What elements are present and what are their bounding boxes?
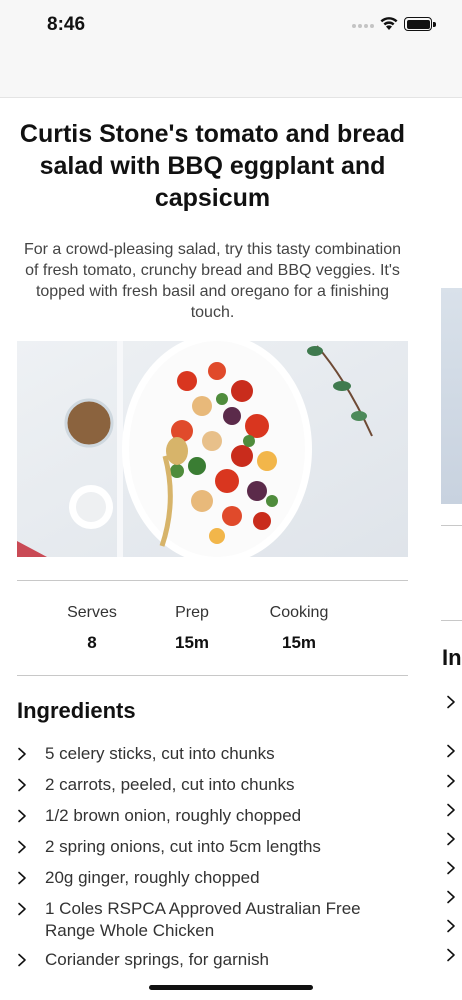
- stat-serves-value: 8: [87, 633, 97, 652]
- home-indicator[interactable]: [149, 985, 313, 990]
- chevron-right-icon: [447, 890, 455, 904]
- stat-serves-label: Serves: [67, 604, 117, 621]
- ingredient-item[interactable]: Coriander springs, for garnish: [17, 949, 408, 973]
- chevron-right-icon: [447, 803, 455, 817]
- ingredients-list: 5 celery sticks, cut into chunks 2 carro…: [17, 743, 408, 980]
- next-recipe-photo: [441, 288, 462, 504]
- next-recipe-card-peek[interactable]: In: [441, 98, 462, 1000]
- signal-dots-icon: [352, 24, 374, 28]
- chevron-right-icon: [17, 836, 45, 860]
- recipe-description: For a crowd-pleasing salad, try this tas…: [23, 241, 402, 321]
- ingredient-item[interactable]: 5 celery sticks, cut into chunks: [17, 743, 408, 767]
- stat-prep-label: Prep: [175, 604, 209, 621]
- ingredient-text: 1/2 brown onion, roughly chopped: [45, 806, 302, 825]
- recipe-photo: [17, 341, 408, 557]
- ingredient-text: 2 carrots, peeled, cut into chunks: [45, 775, 295, 794]
- stat-prep: Prep 15m: [137, 603, 247, 653]
- next-ingredients-title: In: [442, 645, 462, 670]
- chevron-right-icon: [447, 774, 455, 788]
- ingredient-item[interactable]: 2 carrots, peeled, cut into chunks: [17, 774, 408, 798]
- chevron-right-icon: [447, 919, 455, 933]
- wifi-icon: [380, 17, 398, 30]
- chevron-right-icon: [17, 805, 45, 829]
- ingredient-item[interactable]: 1/2 brown onion, roughly chopped: [17, 805, 408, 829]
- ingredients-title: Ingredients: [17, 698, 136, 723]
- chevron-right-icon: [447, 832, 455, 846]
- stat-serves: Serves 8: [37, 603, 147, 653]
- stat-prep-value: 15m: [174, 633, 210, 652]
- stat-cooking-value: 15m: [281, 633, 317, 652]
- chevron-right-icon: [17, 743, 45, 767]
- next-divider-top: [441, 525, 462, 526]
- ingredient-text: 2 spring onions, cut into 5cm lengths: [45, 837, 321, 856]
- stat-cooking-label: Cooking: [269, 604, 329, 621]
- chevron-right-icon: [17, 867, 45, 891]
- status-time: 8:46: [47, 14, 86, 35]
- ingredient-text: Coriander springs, for garnish: [45, 950, 269, 969]
- ingredient-text: 1 Coles RSPCA Approved Australian Free R…: [45, 899, 361, 940]
- chevron-right-icon: [17, 774, 45, 798]
- chevron-right-icon: [447, 948, 455, 962]
- chevron-right-icon: [447, 861, 455, 875]
- divider-bottom: [17, 675, 408, 676]
- recipe-title: Curtis Stone's tomato and bread salad wi…: [19, 120, 406, 212]
- next-divider-bottom: [441, 620, 462, 621]
- divider-top: [17, 580, 408, 581]
- stat-cooking: Cooking 15m: [244, 603, 354, 653]
- ingredient-item[interactable]: 20g ginger, roughly chopped: [17, 867, 408, 891]
- chevron-right-icon: [447, 744, 455, 758]
- ingredient-item[interactable]: 2 spring onions, cut into 5cm lengths: [17, 836, 408, 860]
- ingredient-text: 20g ginger, roughly chopped: [45, 868, 260, 887]
- chevron-right-icon: [447, 695, 455, 709]
- chevron-right-icon: [17, 949, 45, 973]
- ingredient-item[interactable]: 1 Coles RSPCA Approved Australian Free R…: [17, 898, 408, 942]
- ingredient-text: 5 celery sticks, cut into chunks: [45, 744, 275, 763]
- recipe-card[interactable]: Curtis Stone's tomato and bread salad wi…: [0, 98, 425, 1000]
- battery-icon: [404, 17, 436, 31]
- chevron-right-icon: [17, 898, 45, 922]
- status-bar: 8:46: [0, 0, 462, 98]
